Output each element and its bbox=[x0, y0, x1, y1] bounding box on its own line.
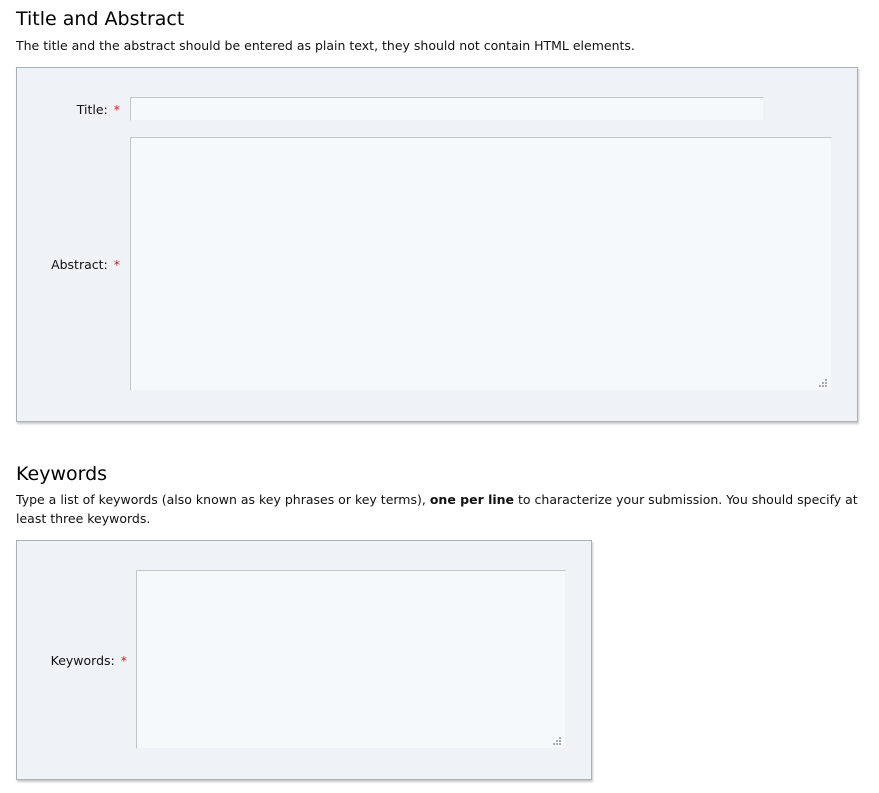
title-input[interactable] bbox=[130, 97, 764, 121]
required-marker: * bbox=[120, 653, 127, 668]
title-abstract-panel: Title: * Abstract: * bbox=[16, 67, 858, 422]
keywords-description-emphasis: one per line bbox=[429, 492, 515, 507]
keywords-heading: Keywords bbox=[16, 463, 108, 485]
keywords-description: Type a list of keywords (also known as k… bbox=[16, 490, 866, 528]
keywords-label: Keywords: * bbox=[51, 653, 127, 669]
abstract-label-text: Abstract: bbox=[51, 257, 108, 272]
keywords-label-text: Keywords: bbox=[50, 653, 115, 668]
title-label-text: Title: bbox=[76, 102, 108, 117]
keywords-description-text: Type a list of keywords (also known as k… bbox=[16, 492, 430, 507]
keywords-textarea[interactable] bbox=[136, 570, 566, 749]
abstract-resize-grip-icon[interactable] bbox=[819, 379, 829, 389]
title-abstract-description: The title and the abstract should be ent… bbox=[16, 38, 635, 53]
keywords-panel: Keywords: * bbox=[16, 540, 592, 780]
required-marker: * bbox=[113, 102, 120, 117]
abstract-label: Abstract: * bbox=[51, 257, 120, 273]
title-label: Title: * bbox=[77, 102, 120, 118]
keywords-resize-grip-icon[interactable] bbox=[553, 737, 563, 747]
required-marker: * bbox=[113, 257, 120, 272]
title-abstract-heading: Title and Abstract bbox=[16, 8, 185, 30]
abstract-textarea[interactable] bbox=[130, 137, 832, 391]
